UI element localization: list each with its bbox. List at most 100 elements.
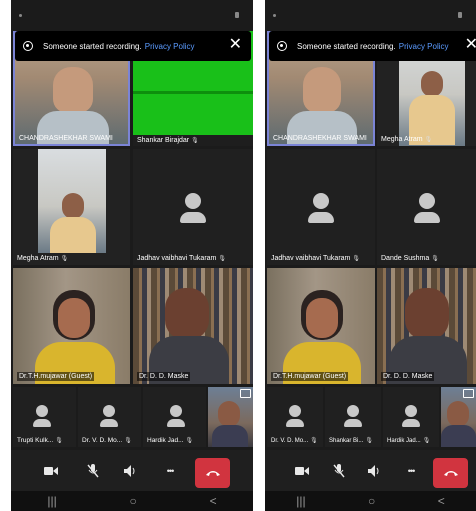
- home-icon[interactable]: ○: [130, 494, 137, 508]
- record-icon: [23, 41, 33, 51]
- avatar-head: [405, 405, 417, 417]
- status-bar: [265, 0, 476, 30]
- participant-face: [165, 288, 209, 340]
- participant-tile[interactable]: Dr. V. D. Mo... 🎙: [78, 387, 141, 447]
- participant-tile[interactable]: Trupti Kulk... 🎙: [13, 387, 76, 447]
- self-view-tile[interactable]: [208, 387, 253, 447]
- participant-name: Dr. D. D. Maske: [381, 372, 435, 381]
- participant-tile[interactable]: Megha Atram 🎙: [13, 149, 130, 265]
- avatar-head: [103, 405, 115, 417]
- more-options-icon[interactable]: •••: [159, 450, 181, 491]
- end-call-button[interactable]: [195, 458, 230, 488]
- participant-tile[interactable]: Dande Sushma 🎙: [377, 149, 476, 265]
- avatar-body: [308, 212, 334, 223]
- participant-face: [218, 401, 240, 427]
- home-icon[interactable]: ○: [368, 494, 375, 508]
- participant-name: Megha Atram: [381, 136, 423, 143]
- speaker-icon[interactable]: [365, 450, 385, 491]
- participant-name: Dr. V. D. Mo...: [271, 438, 309, 444]
- participant-tile[interactable]: Dr.T.H.mujawar (Guest): [267, 268, 375, 384]
- mic-muted-icon: 🎙: [424, 137, 433, 143]
- end-call-button[interactable]: [433, 458, 468, 488]
- mic-muted-icon: 🎙: [352, 256, 361, 262]
- switch-camera-icon[interactable]: [463, 389, 474, 398]
- mic-muted-icon: 🎙: [124, 438, 132, 444]
- privacy-policy-link[interactable]: Privacy Policy: [399, 42, 449, 51]
- participant-name: Dr. V. D. Mo...: [82, 437, 123, 444]
- participant-tile[interactable]: Shankar Bi... 🎙: [325, 387, 381, 447]
- avatar-head: [36, 405, 48, 417]
- participant-name: Shankar Birajdar: [137, 137, 190, 144]
- avatar-body: [414, 212, 440, 223]
- participant-name: Hardik Jad...: [387, 438, 421, 444]
- mic-muted-icon[interactable]: [329, 450, 349, 491]
- participant-name: Jadhav vaibhavi Tukaram: [137, 255, 217, 262]
- recent-apps-icon[interactable]: |||: [296, 494, 305, 508]
- mic-muted-icon: 🎙: [365, 438, 373, 444]
- participant-name: CHANDRASHEKHAR SWAMI: [273, 135, 367, 142]
- call-controls: •••: [265, 450, 476, 491]
- participant-name: Dr. D. D. Maske: [137, 372, 191, 381]
- record-icon: [277, 41, 287, 51]
- participant-name: Megha Atram: [17, 255, 59, 262]
- participant-tile[interactable]: Jadhav vaibhavi Tukaram 🎙: [133, 149, 253, 265]
- avatar-head: [289, 405, 301, 417]
- battery-icon: [235, 12, 239, 18]
- participant-name-row: Hardik Jad... 🎙: [147, 437, 193, 444]
- mic-muted-icon[interactable]: [83, 450, 103, 491]
- camera-icon[interactable]: [41, 450, 61, 491]
- participant-tile[interactable]: Hardik Jad... 🎙: [143, 387, 206, 447]
- avatar-body: [180, 212, 206, 223]
- participant-tile[interactable]: Dr. V. D. Mo... 🎙: [267, 387, 323, 447]
- avatar-body: [286, 419, 304, 427]
- participant-name-row: Hardik Jad... 🎙: [387, 437, 430, 444]
- participant-tile[interactable]: Jadhav vaibhavi Tukaram 🎙: [267, 149, 375, 265]
- mic-muted-icon: 🎙: [60, 256, 69, 262]
- avatar-head: [185, 193, 201, 209]
- avatar-body: [344, 419, 362, 427]
- battery-icon: [458, 12, 462, 18]
- more-options-icon[interactable]: •••: [400, 450, 422, 491]
- self-view-tile[interactable]: [441, 387, 476, 447]
- close-icon[interactable]: ✕: [465, 36, 476, 54]
- close-icon[interactable]: ✕: [229, 36, 242, 54]
- hang-up-icon: [205, 471, 220, 476]
- participant-name-row: Megha Atram 🎙: [17, 255, 68, 262]
- participant-name-row: Megha Atram 🎙: [381, 136, 432, 143]
- participant-tile[interactable]: Dr.T.H.mujawar (Guest): [13, 268, 130, 384]
- avatar-head: [313, 193, 329, 209]
- participant-name-row: Jadhav vaibhavi Tukaram 🎙: [137, 255, 226, 262]
- back-icon[interactable]: <: [210, 494, 217, 508]
- participant-shoulders: [50, 217, 96, 253]
- system-nav-bar: ||| ○ <: [11, 491, 253, 511]
- participant-video: [303, 67, 341, 113]
- back-icon[interactable]: <: [438, 494, 445, 508]
- participant-shoulders: [212, 425, 248, 447]
- participant-name: Trupti Kulk...: [17, 437, 54, 444]
- avatar-head: [347, 405, 359, 417]
- switch-camera-icon[interactable]: [240, 389, 251, 398]
- recent-apps-icon[interactable]: |||: [47, 494, 56, 508]
- participant-video: [53, 67, 93, 113]
- participant-face: [306, 298, 338, 338]
- participant-name: Shankar Bi...: [329, 438, 364, 444]
- participant-tile[interactable]: Dr. D. D. Maske: [377, 268, 476, 384]
- participant-name-row: Dande Sushma 🎙: [381, 255, 439, 262]
- mic-muted-icon: 🎙: [431, 256, 439, 262]
- privacy-policy-link[interactable]: Privacy Policy: [145, 42, 195, 51]
- participant-name-row: Trupti Kulk... 🎙: [17, 437, 63, 444]
- status-bar: [11, 0, 253, 30]
- system-nav-bar: ||| ○ <: [265, 491, 476, 511]
- mic-muted-icon: 🎙: [422, 438, 431, 444]
- camera-icon[interactable]: [292, 450, 312, 491]
- mic-muted-icon: 🎙: [55, 438, 63, 444]
- participant-tile[interactable]: Dr. D. D. Maske: [133, 268, 253, 384]
- participant-shoulders: [441, 425, 476, 447]
- video-artifact: [133, 91, 253, 94]
- speaker-icon[interactable]: [121, 450, 141, 491]
- participant-name: Jadhav vaibhavi Tukaram: [271, 255, 351, 262]
- participant-tile[interactable]: Hardik Jad... 🎙: [383, 387, 439, 447]
- avatar-head: [170, 405, 182, 417]
- recording-banner: Someone started recording. Privacy Polic…: [15, 31, 251, 61]
- avatar-body: [167, 419, 185, 427]
